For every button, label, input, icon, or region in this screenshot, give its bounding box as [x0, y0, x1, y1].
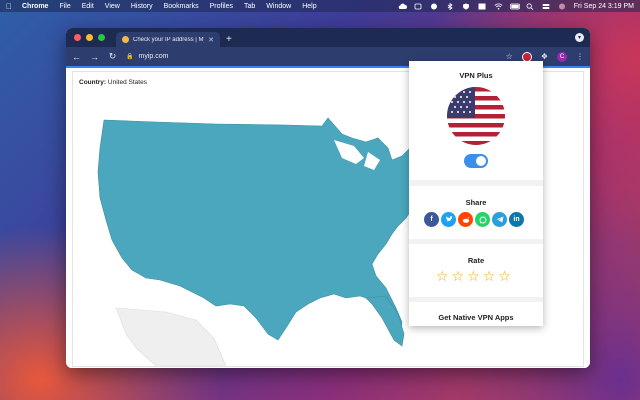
battery-icon[interactable]: [509, 3, 520, 10]
native-apps-card[interactable]: Get Native VPN Apps: [409, 302, 543, 326]
reddit-icon[interactable]: [458, 212, 473, 227]
shield-icon[interactable]: [462, 3, 470, 10]
star-icon[interactable]: ☆: [452, 269, 465, 283]
control-center-icon[interactable]: [542, 3, 550, 10]
star-icon[interactable]: ☆: [436, 269, 449, 283]
close-window-button[interactable]: [74, 34, 81, 41]
share-card: Share f in: [409, 186, 543, 239]
favicon-icon: [122, 36, 129, 43]
menu-view[interactable]: View: [105, 3, 120, 10]
text-input-icon[interactable]: [478, 3, 486, 10]
share-buttons: f in: [424, 212, 524, 227]
menu-profiles[interactable]: Profiles: [210, 3, 233, 10]
menu-tab[interactable]: Tab: [244, 3, 255, 10]
country-line: Country: United States: [79, 79, 147, 86]
usa-flag-icon[interactable]: [447, 87, 505, 145]
linkedin-icon[interactable]: in: [509, 212, 524, 227]
apple-icon[interactable]: : [6, 2, 12, 11]
forward-arrow-icon[interactable]: →: [90, 52, 99, 62]
reload-icon[interactable]: ↻: [108, 51, 117, 62]
rating-stars: ☆ ☆ ☆ ☆ ☆: [436, 269, 511, 283]
cloud-icon[interactable]: [398, 3, 407, 10]
facebook-icon[interactable]: f: [424, 212, 439, 227]
back-arrow-icon[interactable]: ←: [72, 52, 81, 62]
rate-title: Rate: [467, 256, 485, 265]
search-icon[interactable]: [526, 2, 534, 10]
country-label: Country:: [79, 79, 107, 86]
whatsapp-icon[interactable]: [475, 212, 490, 227]
link-icon[interactable]: [430, 3, 438, 10]
bookmark-star-icon[interactable]: ☆: [506, 52, 513, 61]
wifi-icon[interactable]: [494, 3, 503, 10]
star-icon[interactable]: ☆: [467, 269, 480, 283]
menu-bar:  Chrome File Edit View History Bookmark…: [0, 0, 640, 12]
menu-bookmarks[interactable]: Bookmarks: [164, 3, 199, 10]
lock-icon: 🔒: [126, 54, 134, 60]
tab-strip: Check your IP address | MyIP... ✕ + ▾: [66, 28, 590, 47]
vpn-popup: VPN Plus Share f in Rate ☆ ☆ ☆ ☆ ☆ Get N…: [409, 61, 543, 326]
menu-window[interactable]: Window: [266, 3, 291, 10]
vpn-extension-icon[interactable]: [521, 51, 532, 62]
bluetooth-icon[interactable]: [446, 2, 454, 10]
menu-app-name[interactable]: Chrome: [22, 3, 48, 10]
tab-close-icon[interactable]: ✕: [208, 36, 214, 44]
menu-file[interactable]: File: [59, 3, 70, 10]
telegram-icon[interactable]: [492, 212, 507, 227]
tab-myip[interactable]: Check your IP address | MyIP... ✕: [116, 32, 220, 47]
share-title: Share: [465, 198, 487, 207]
vpn-toggle[interactable]: [464, 154, 488, 168]
florida-shape: [365, 295, 405, 347]
extensions-puzzle-icon[interactable]: ❖: [541, 52, 548, 61]
new-tab-button[interactable]: +: [226, 34, 232, 45]
zoom-window-button[interactable]: [98, 34, 105, 41]
toggle-knob: [476, 156, 486, 166]
country-value: United States: [107, 79, 147, 86]
rate-card: Rate ☆ ☆ ☆ ☆ ☆: [409, 244, 543, 297]
mexico-shape: [115, 307, 227, 366]
menu-history[interactable]: History: [131, 3, 153, 10]
vpn-status-card: VPN Plus: [409, 61, 543, 180]
native-apps-link[interactable]: Get Native VPN Apps: [409, 313, 543, 322]
star-icon[interactable]: ☆: [483, 269, 496, 283]
menu-help[interactable]: Help: [302, 3, 316, 10]
profile-avatar[interactable]: C: [557, 51, 567, 62]
popup-title: VPN Plus: [459, 71, 493, 80]
tab-title: Check your IP address | MyIP...: [133, 36, 204, 43]
battery-status-icon[interactable]: [414, 3, 422, 10]
twitter-icon[interactable]: [441, 212, 456, 227]
tab-search-icon[interactable]: ▾: [575, 33, 584, 42]
window-controls: [74, 34, 105, 41]
siri-icon[interactable]: [558, 3, 566, 10]
minimize-window-button[interactable]: [86, 34, 93, 41]
star-icon[interactable]: ☆: [498, 269, 511, 283]
address-bar[interactable]: 🔒 myip.com: [126, 53, 497, 60]
url-text: myip.com: [138, 53, 169, 60]
more-menu-icon[interactable]: ⋮: [576, 52, 584, 61]
menu-edit[interactable]: Edit: [82, 3, 94, 10]
menu-clock[interactable]: Fri Sep 24 3:19 PM: [574, 3, 634, 10]
